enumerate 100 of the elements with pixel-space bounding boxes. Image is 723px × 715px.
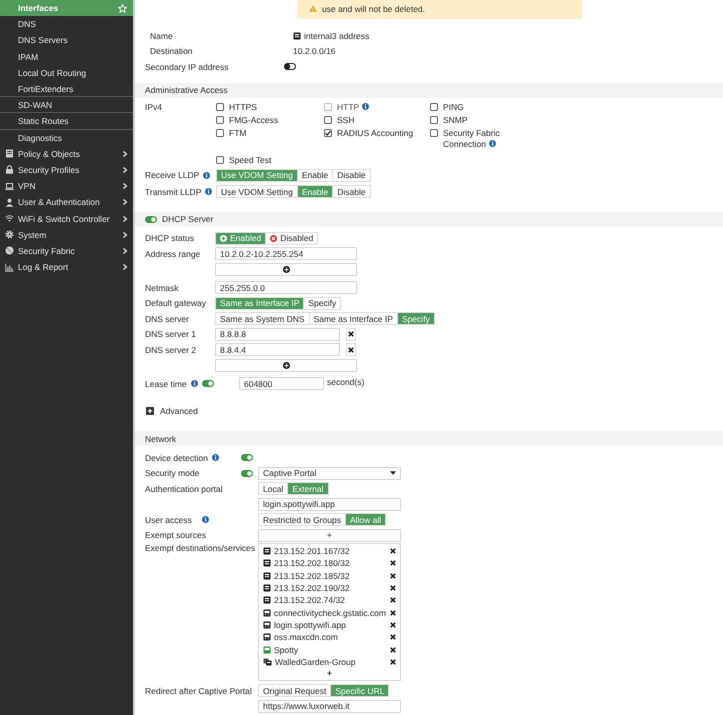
chevron-right-icon (123, 216, 127, 222)
sidebar-menu-item[interactable]: User & Authentication (0, 194, 133, 210)
close-icon (390, 622, 396, 628)
sidebar-item[interactable]: DNS (0, 16, 133, 32)
server-icon (293, 32, 301, 40)
close-icon (348, 346, 354, 353)
list-item[interactable]: WalledGarden-Group (263, 656, 400, 668)
checkbox-label: HTTPS (229, 102, 257, 112)
input-field[interactable]: 255.255.0.0 (215, 281, 357, 294)
list-item[interactable]: Spotty (263, 643, 400, 656)
document-icon (5, 149, 14, 158)
list-item[interactable]: oss.maxcdn.com (263, 631, 400, 644)
toggle-switch[interactable] (145, 216, 157, 222)
checkbox-label: RADIUS Accounting (337, 128, 414, 138)
checkbox-label: Speed Test (229, 154, 272, 166)
sidebar-menu-item[interactable]: VPN (0, 178, 133, 194)
close-icon (390, 634, 396, 640)
field-label: Secondary IP address (145, 62, 228, 72)
laptop-icon (5, 182, 14, 191)
info-icon (190, 380, 198, 387)
checkbox[interactable] (324, 116, 332, 124)
input-field[interactable]: 10.2.0.2-10.2.255.254 (215, 247, 357, 260)
toggle-switch[interactable] (241, 470, 253, 477)
list-item[interactable]: 213.152.202.74/32 (263, 594, 400, 606)
add-entry-button[interactable]: + (258, 528, 401, 542)
section-title: DHCP Server (162, 214, 214, 224)
section-title: Administrative Access (145, 85, 228, 95)
checkbox[interactable] (324, 129, 332, 137)
checkbox[interactable] (430, 103, 438, 111)
info-icon (205, 188, 212, 196)
add-icon (282, 266, 290, 273)
unit-label: second(s) (327, 377, 364, 387)
sidebar-menu-item[interactable]: Security Fabric (0, 242, 133, 259)
sidebar-item[interactable]: DNS Servers (0, 32, 133, 49)
advanced-toggle[interactable]: Advanced (160, 406, 198, 416)
checkbox-label: Security Fabric Connection (443, 128, 501, 150)
list-item[interactable]: 213.152.202.185/32 (263, 570, 400, 582)
dropdown[interactable]: Captive Portal (258, 466, 401, 480)
remove-icon (270, 234, 278, 242)
caret-down-icon (390, 471, 396, 476)
close-icon (390, 658, 396, 665)
close-icon (390, 597, 396, 604)
warning-icon (309, 5, 317, 12)
info-icon (489, 140, 496, 147)
server-icon (263, 620, 271, 629)
sidebar-item[interactable]: Diagnostics (0, 130, 133, 146)
toggle-switch[interactable] (241, 454, 253, 462)
checkbox[interactable] (216, 156, 224, 164)
server-icon (263, 559, 271, 568)
field-label: Destination (149, 46, 194, 56)
checkbox-label: SNMP (443, 114, 468, 126)
chevron-right-icon (123, 183, 127, 190)
toggle-switch[interactable] (202, 380, 214, 387)
sidebar-menu-item[interactable]: System (0, 226, 133, 243)
checkbox[interactable] (430, 116, 438, 124)
sidebar-item[interactable]: Local Out Routing (0, 64, 133, 81)
field-label: Security mode (145, 468, 200, 478)
field-label: DHCP status (145, 233, 194, 244)
field-label: Transmit LLDP (145, 186, 212, 197)
sidebar-menu-item[interactable]: Security Profiles (0, 162, 133, 178)
sidebar-menu-item[interactable]: Log & Report (0, 259, 133, 276)
list-item[interactable]: 213.152.202.190/32 (263, 582, 400, 594)
checkbox[interactable] (216, 129, 224, 137)
input-field[interactable]: login.spottywifi.app (258, 498, 401, 511)
checkbox-label: SSH (337, 114, 354, 126)
close-icon (348, 331, 354, 338)
checkbox[interactable] (216, 116, 224, 124)
server-icon (263, 646, 271, 654)
remove-button[interactable] (346, 328, 356, 341)
chevron-right-icon (123, 150, 127, 157)
sidebar-menu-item[interactable]: Policy & Objects (0, 146, 133, 162)
list-item[interactable]: login.spottywifi.app (263, 618, 400, 632)
sidebar-item[interactable]: IPAM (0, 48, 133, 65)
sidebar-menu-item[interactable]: WiFi & Switch Controller (0, 210, 133, 227)
field-label: IPv4 (145, 102, 162, 112)
input-field[interactable]: 604800 (239, 377, 324, 390)
toggle-switch[interactable] (284, 63, 296, 70)
add-entry-button[interactable]: + (263, 668, 396, 678)
field-label: DNS server 1 (145, 329, 196, 340)
close-icon (390, 572, 396, 579)
input-field[interactable]: 8.8.8.8 (215, 328, 340, 341)
checkbox[interactable] (216, 103, 224, 111)
close-icon (390, 585, 396, 592)
chevron-right-icon (123, 248, 127, 254)
field-value: internal3 address (304, 30, 370, 41)
field-label: Authentication portal (145, 484, 222, 494)
close-icon (390, 610, 396, 616)
close-icon (390, 560, 396, 566)
stacked-servers-icon (263, 658, 272, 666)
list-item[interactable]: 213.152.201.167/32 (263, 545, 400, 558)
checkbox-label: PING (443, 102, 464, 112)
list-item[interactable]: 213.152.202.180/32 (263, 557, 400, 570)
close-icon (390, 646, 396, 653)
input-field[interactable]: 8.8.4.4 (215, 343, 340, 356)
list-item[interactable]: connectivitycheck.gstatic.com (263, 606, 400, 619)
info-icon (203, 172, 210, 179)
info-icon (212, 454, 219, 462)
remove-button[interactable] (346, 343, 356, 356)
input-field[interactable]: https://www.luxorweb.it (258, 700, 401, 713)
checkbox[interactable] (430, 129, 438, 137)
